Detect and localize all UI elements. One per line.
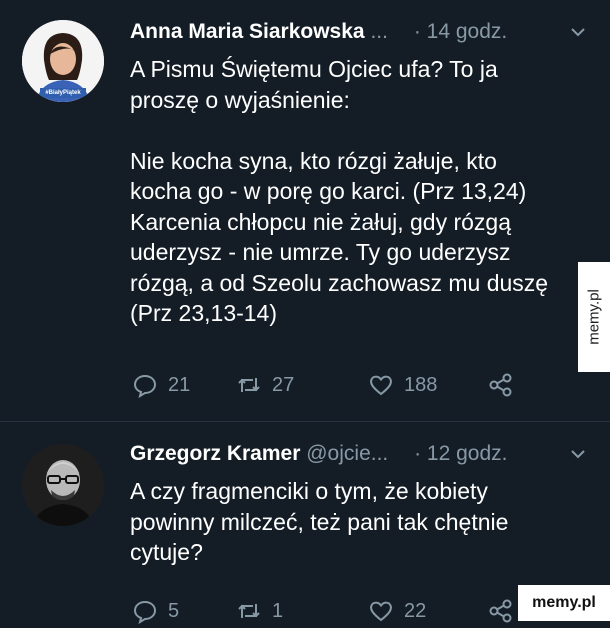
like-count: 188 — [404, 373, 438, 396]
heart-icon — [370, 601, 392, 622]
share-button[interactable] — [488, 372, 514, 398]
tweet-1[interactable]: #BiałyPiątek Anna Maria Siarkowska ... ·… — [0, 0, 610, 421]
reply-count: 5 — [168, 599, 180, 622]
chevron-down-icon[interactable] — [568, 22, 588, 42]
tweet-text: A czy fragmenciki o tym, że kobiety powi… — [130, 478, 509, 565]
tweet-text: A Pismu Świętemu Ojciec ufa? To ja prosz… — [130, 56, 549, 326]
reply-button[interactable]: 5 — [132, 598, 179, 624]
avatar-grzegorz[interactable] — [22, 444, 104, 526]
reply-icon — [133, 600, 157, 624]
retweet-count: 27 — [272, 373, 295, 396]
share-icon — [489, 599, 512, 623]
side-watermark: memy.pl — [578, 262, 610, 372]
retweet-icon — [238, 604, 260, 618]
tweet-actions: 5 1 22 — [130, 598, 530, 628]
retweet-button[interactable]: 1 — [236, 598, 283, 624]
avatar-badge: #BiałyPiątek — [45, 90, 81, 96]
chevron-down-icon[interactable] — [568, 444, 588, 464]
like-count: 22 — [404, 599, 427, 622]
corner-watermark: memy.pl — [518, 585, 610, 621]
tweet-time[interactable]: · 14 godz. — [414, 20, 507, 43]
like-button[interactable]: 22 — [368, 598, 426, 624]
avatar-anna[interactable]: #BiałyPiątek — [22, 20, 104, 102]
tweet-header: Anna Maria Siarkowska ... · 14 godz. — [130, 20, 610, 50]
avatar-portrait-icon — [22, 444, 104, 526]
tweet-header: Grzegorz Kramer @ojcie... · 12 godz. — [130, 442, 610, 472]
retweet-count: 1 — [272, 599, 284, 622]
tweet-actions: 21 27 188 — [130, 372, 530, 402]
side-watermark-text: memy.pl — [585, 289, 603, 345]
share-icon — [489, 373, 512, 397]
heart-icon — [370, 375, 392, 396]
author-name[interactable]: Anna Maria Siarkowska — [130, 20, 365, 43]
author-handle[interactable]: @ojcie... — [306, 442, 388, 465]
retweet-icon — [238, 378, 260, 392]
author-name[interactable]: Grzegorz Kramer — [130, 442, 300, 465]
author-handle[interactable]: ... — [370, 20, 388, 43]
reply-button[interactable]: 21 — [132, 372, 190, 398]
reply-count: 21 — [168, 373, 191, 396]
reply-icon — [133, 374, 157, 398]
retweet-button[interactable]: 27 — [236, 372, 294, 398]
share-button[interactable] — [488, 598, 514, 624]
tweet-time[interactable]: · 12 godz. — [414, 442, 507, 465]
like-button[interactable]: 188 — [368, 372, 437, 398]
